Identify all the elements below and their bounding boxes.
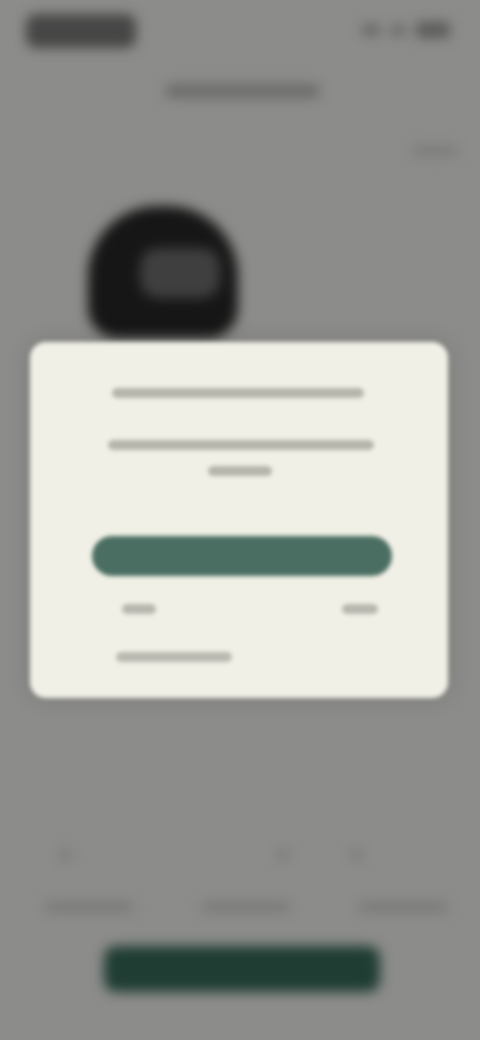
modal-secondary-left-link[interactable] xyxy=(122,604,156,614)
wifi-icon xyxy=(390,25,406,35)
signal-icon xyxy=(362,25,380,35)
modal-primary-button[interactable] xyxy=(92,536,392,576)
status-icons xyxy=(362,22,450,38)
status-time xyxy=(26,14,136,48)
app-screen xyxy=(0,0,480,1040)
hero-image-detail xyxy=(140,248,220,298)
pagination-dot[interactable] xyxy=(352,850,362,860)
bottom-label xyxy=(358,902,448,912)
modal-body xyxy=(108,440,374,450)
pagination-dots xyxy=(0,850,480,870)
battery-icon xyxy=(416,22,450,38)
modal-secondary-right-link[interactable] xyxy=(342,604,378,614)
page-title xyxy=(165,84,320,98)
modal-note xyxy=(116,652,232,662)
pagination-dot[interactable] xyxy=(278,850,288,860)
bottom-label xyxy=(201,902,291,912)
status-bar xyxy=(0,0,480,64)
top-right-link[interactable] xyxy=(412,146,458,156)
continue-button[interactable] xyxy=(104,946,380,992)
pagination-dot[interactable] xyxy=(60,850,70,860)
bottom-labels xyxy=(44,902,448,918)
modal-dialog xyxy=(30,342,448,698)
modal-body-continued xyxy=(208,466,272,476)
modal-title xyxy=(112,388,364,398)
bottom-label xyxy=(44,902,134,912)
